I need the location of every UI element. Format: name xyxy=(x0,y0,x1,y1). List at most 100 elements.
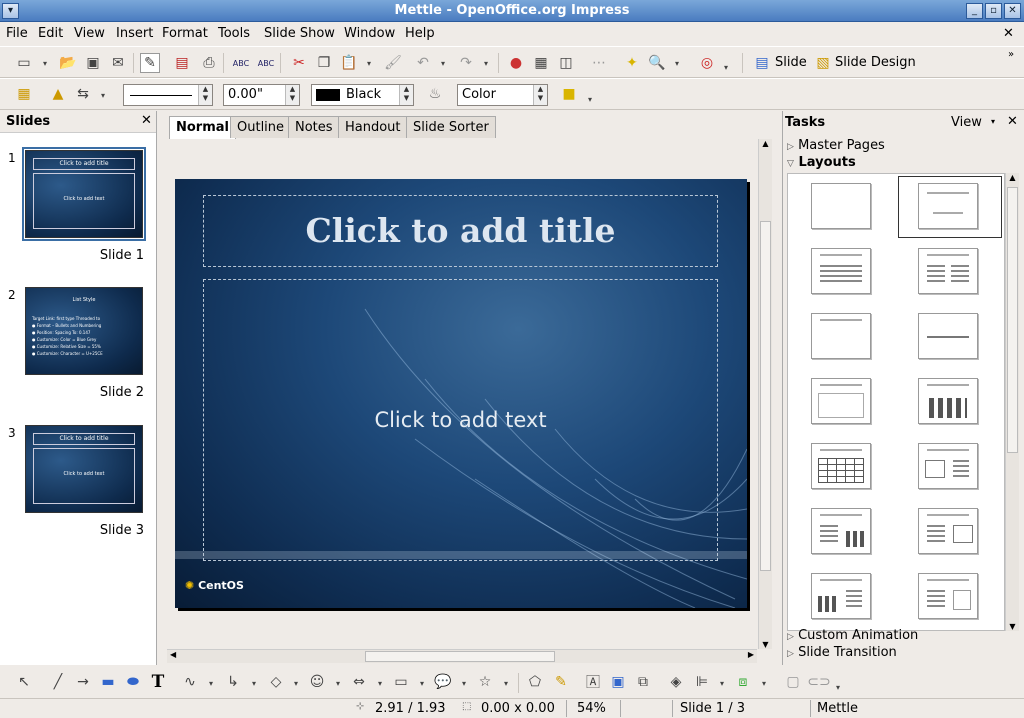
undo-icon[interactable]: ↶ xyxy=(413,53,433,73)
line-icon[interactable]: ▲ xyxy=(48,84,68,104)
menu-edit[interactable]: Edit xyxy=(38,26,63,41)
layout-blank[interactable] xyxy=(811,183,871,229)
tasks-view-menu[interactable]: View xyxy=(951,115,982,130)
block-arrows-icon[interactable]: ⇔ xyxy=(349,672,369,692)
scroll-up-icon[interactable]: ▲ xyxy=(759,139,772,148)
from-file-icon[interactable]: ▣ xyxy=(608,672,628,692)
chart-icon[interactable]: ● xyxy=(506,53,526,73)
paste-icon[interactable]: 📋 xyxy=(339,53,359,73)
select-arrow-icon[interactable]: ↖ xyxy=(14,672,34,692)
layout-title-list-clipart[interactable] xyxy=(918,508,978,554)
slide-thumbnail-3[interactable]: Click to add title Click to add text xyxy=(25,425,143,513)
open-folder-icon[interactable]: 📂 xyxy=(58,53,78,73)
mail-icon[interactable]: ✉ xyxy=(108,53,128,73)
area-style-spin[interactable]: ▲ ▼ xyxy=(533,85,547,105)
horizontal-scroll-thumb[interactable] xyxy=(365,651,555,662)
menu-window[interactable]: Window xyxy=(344,26,395,41)
close-slides-pane-icon[interactable]: ✕ xyxy=(141,113,152,128)
maximize-icon[interactable]: ▫ xyxy=(985,3,1002,19)
shadow-icon[interactable]: ■ xyxy=(559,84,579,104)
basic-shapes-dropdown-icon[interactable]: ▾ xyxy=(294,679,298,688)
status-zoom[interactable]: 54% xyxy=(577,701,606,716)
scroll-left-icon[interactable]: ◀ xyxy=(170,650,176,659)
autospellcheck-icon[interactable]: ABC xyxy=(256,53,276,73)
menu-file[interactable]: File xyxy=(6,26,28,41)
scroll-down-icon[interactable]: ▼ xyxy=(759,640,772,649)
menu-format[interactable]: Format xyxy=(162,26,208,41)
layout-title-chart[interactable] xyxy=(918,378,978,424)
menu-tools[interactable]: Tools xyxy=(218,26,250,41)
vertical-scroll-thumb[interactable] xyxy=(760,221,771,571)
fontwork-icon[interactable]: 🄰 xyxy=(583,672,603,692)
stars-dropdown-icon[interactable]: ▾ xyxy=(504,679,508,688)
redo-dropdown-icon[interactable]: ▾ xyxy=(484,59,488,68)
layout-title-table[interactable] xyxy=(811,443,871,489)
curve-dropdown-icon[interactable]: ▾ xyxy=(209,679,213,688)
menu-help[interactable]: Help xyxy=(405,26,435,41)
scroll-right-icon[interactable]: ▶ xyxy=(748,650,754,659)
export-pdf-icon[interactable]: ▤ xyxy=(172,53,192,73)
edit-file-icon[interactable]: ✎ xyxy=(140,53,160,73)
arrow-style-icon[interactable]: ⇆ xyxy=(73,84,93,104)
flowchart-icon[interactable]: ▭ xyxy=(391,672,411,692)
line-style-spin[interactable]: ▲ ▼ xyxy=(198,85,212,105)
gallery-icon[interactable]: ⧉ xyxy=(633,672,653,692)
zoom-icon[interactable]: 🔍 xyxy=(647,53,667,73)
layout-title-list-chart[interactable] xyxy=(811,508,871,554)
print-icon[interactable]: ⎙ xyxy=(199,53,219,73)
toolbar-overflow-icon[interactable]: ▾ xyxy=(724,63,728,72)
editor-horizontal-scrollbar[interactable]: ◀ ▶ xyxy=(167,649,757,663)
menu-slide-show[interactable]: Slide Show xyxy=(264,26,335,41)
line-width-spin[interactable]: ▲ ▼ xyxy=(285,85,299,105)
ellipse-icon[interactable]: ⬬ xyxy=(123,672,143,692)
layouts-section[interactable]: ▽ Layouts xyxy=(787,155,856,170)
layout-title-two-lists[interactable] xyxy=(918,248,978,294)
connector-dropdown-icon[interactable]: ▾ xyxy=(252,679,256,688)
master-pages-section[interactable]: ▷ Master Pages xyxy=(787,138,885,153)
align-icon[interactable]: ⊫ xyxy=(692,672,712,692)
callouts-icon[interactable]: 💬 xyxy=(433,672,453,692)
title-placeholder[interactable]: Click to add title xyxy=(203,195,718,267)
slide-canvas[interactable]: Click to add title Click to add text ✺ C… xyxy=(175,179,747,608)
layouts-scroll-thumb[interactable] xyxy=(1007,187,1018,453)
slide-thumbnail-2[interactable]: List Style Target Link: first type Threa… xyxy=(25,287,143,375)
close-document-icon[interactable]: ✕ xyxy=(1003,26,1014,41)
slide-design-button[interactable]: Slide Design xyxy=(835,55,916,70)
shadow-tool-icon[interactable]: ▢ xyxy=(783,672,803,692)
save-icon[interactable]: ▣ xyxy=(83,53,103,73)
callouts-dropdown-icon[interactable]: ▾ xyxy=(462,679,466,688)
glue-points-icon[interactable]: ✎ xyxy=(551,672,571,692)
menu-view[interactable]: View xyxy=(74,26,105,41)
slide-button[interactable]: Slide xyxy=(775,55,807,70)
slide-transition-section[interactable]: ▷ Slide Transition xyxy=(787,645,897,660)
toolbar2-overflow-icon[interactable]: ▾ xyxy=(588,95,592,104)
area-style-select[interactable]: Color ▲ ▼ xyxy=(457,84,548,106)
tab-handout[interactable]: Handout xyxy=(338,116,408,138)
layout-title-clipart-list[interactable] xyxy=(918,443,978,489)
layout-title-list[interactable] xyxy=(811,248,871,294)
layouts-scroll-up-icon[interactable]: ▲ xyxy=(1006,173,1019,182)
layout-title-object[interactable] xyxy=(811,378,871,424)
paste-dropdown-icon[interactable]: ▾ xyxy=(367,59,371,68)
cut-icon[interactable]: ✂ xyxy=(289,53,309,73)
area-icon[interactable]: ♨ xyxy=(425,84,445,104)
connector-icon[interactable]: ↳ xyxy=(223,672,243,692)
display-views-icon[interactable]: ◫ xyxy=(556,53,576,73)
copy-icon[interactable]: ❐ xyxy=(314,53,334,73)
basic-shapes-icon[interactable]: ◇ xyxy=(266,672,286,692)
slide-thumbnail-1[interactable]: Click to add title Click to add text xyxy=(22,147,146,241)
help-icon[interactable]: ◎ xyxy=(697,53,717,73)
undo-dropdown-icon[interactable]: ▾ xyxy=(441,59,445,68)
line-arrow-icon[interactable]: → xyxy=(73,672,93,692)
editor-vertical-scrollbar[interactable]: ▲ ▼ xyxy=(758,139,772,649)
custom-animation-section[interactable]: ▷ Custom Animation xyxy=(787,628,918,643)
menu-insert[interactable]: Insert xyxy=(116,26,153,41)
layouts-scrollbar[interactable]: ▲ ▼ xyxy=(1005,173,1019,631)
window-menu-icon[interactable]: ▾ xyxy=(2,3,19,19)
slide-design-icon[interactable]: ▧ xyxy=(813,53,833,73)
arrange-dropdown-icon[interactable]: ▾ xyxy=(762,679,766,688)
zoom-dropdown-icon[interactable]: ▾ xyxy=(675,59,679,68)
grid-icon[interactable]: ⋯ xyxy=(589,53,609,73)
minimize-icon[interactable]: _ xyxy=(966,3,983,19)
layout-title-chart-list[interactable] xyxy=(811,573,871,619)
